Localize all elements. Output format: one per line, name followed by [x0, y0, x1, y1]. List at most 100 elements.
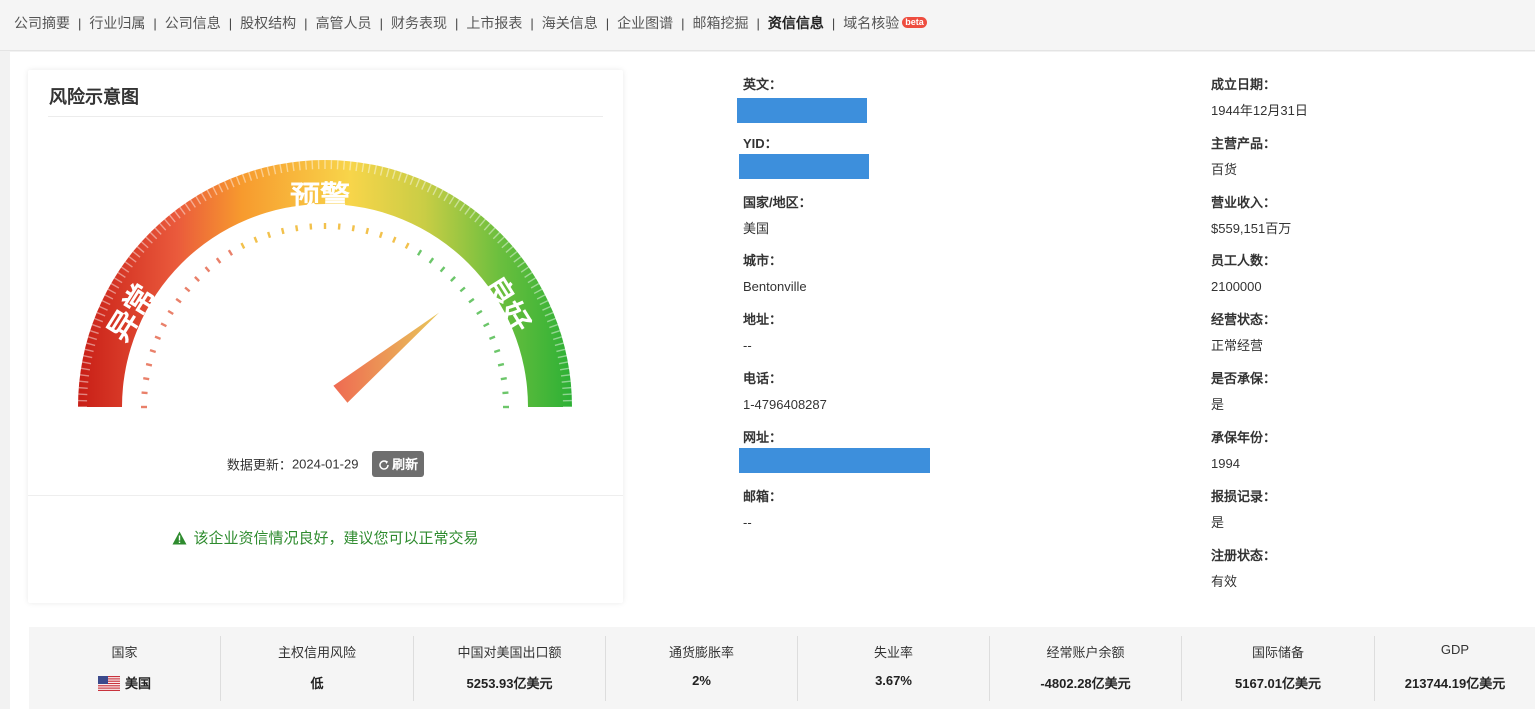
field-label: 注册状态： [1211, 548, 1277, 563]
gauge-rim-tick [298, 161, 301, 171]
tab-company-summary[interactable]: 公司摘要 [6, 14, 78, 32]
redacted-website-link[interactable] [739, 448, 930, 473]
field-value: 美国 [743, 221, 770, 236]
field-phone: 电话： 1-4796408287 [743, 371, 827, 413]
stat-value: 2% [692, 673, 711, 688]
field-claims: 报损记录： 是 [1211, 489, 1276, 531]
gauge-scale-tick [227, 249, 234, 256]
gauge-rim-tick [342, 160, 346, 170]
field-label: 城市： [743, 253, 783, 268]
field-website: 网址： [743, 430, 782, 446]
stat-label: GDP [1440, 642, 1470, 657]
tab-company-info[interactable]: 公司信息 [157, 14, 229, 32]
stat-country: 国家 美国 [29, 627, 220, 709]
gauge-scale-tick [483, 322, 490, 328]
advice-message: 该企业资信情况良好，建议您可以正常交易 [28, 527, 623, 548]
gauge-scale-tick [266, 231, 272, 239]
tab-customs[interactable]: 海关信息 [534, 14, 606, 32]
field-value: 1944年12月31日 [1211, 103, 1308, 118]
refresh-icon [379, 460, 389, 470]
field-label: 员工人数： [1211, 253, 1277, 268]
tab-graph[interactable]: 企业图谱 [609, 14, 681, 32]
field-value: 2100000 [1211, 279, 1262, 294]
tab-equity[interactable]: 股权结构 [232, 14, 304, 32]
tab-domain-verify[interactable]: 域名核验 beta [835, 14, 935, 32]
gauge-scale-tick [392, 236, 397, 244]
field-value: 1994 [1211, 456, 1240, 471]
field-value: Bentonville [743, 279, 807, 294]
tab-listed-reports[interactable]: 上市报表 [458, 14, 530, 32]
gauge-inner-ticks [141, 223, 509, 409]
field-label: 营业收入： [1211, 195, 1277, 210]
gauge-scale-tick [154, 335, 162, 340]
gauge-scale-tick [416, 249, 423, 256]
gauge-scale-tick [143, 377, 150, 381]
field-value: 百货 [1211, 162, 1238, 177]
stat-value: 低 [310, 676, 324, 691]
field-registration-status: 注册状态： 有效 [1211, 548, 1276, 590]
field-label: 国家/地区： [743, 195, 812, 210]
stat-value: 3.67% [875, 673, 912, 688]
risk-gauge: 异常 预警 良好 [78, 160, 572, 409]
tab-email-mining[interactable]: 邮箱挖掘 [685, 14, 757, 32]
field-label: 经营状态： [1211, 312, 1277, 327]
gauge-scale-tick [351, 225, 355, 232]
update-label: 数据更新： [226, 457, 292, 473]
gauge-scale-tick [204, 266, 211, 273]
gauge-scale-tick [488, 335, 496, 340]
field-label: 承保年份： [1211, 430, 1277, 445]
stat-unemployment: 失业率 3.67% [798, 627, 989, 709]
gauge-scale-tick [280, 227, 285, 235]
stat-label: 经常账户余额 [1046, 645, 1125, 660]
update-date: 2024-01-29 [291, 456, 359, 472]
section-tabs: 公司摘要 | 行业归属 | 公司信息 | 股权结构 | 高管人员 | 财务表现 | 上市报表… [0, 0, 1535, 51]
field-address: 地址： -- [743, 312, 782, 354]
stat-value: 5167.01亿美元 [1235, 676, 1321, 691]
field-value: 正常经营 [1211, 338, 1264, 353]
gauge-scale-tick [160, 322, 167, 328]
gauge-rim-tick [79, 380, 89, 383]
field-label: 成立日期： [1211, 77, 1277, 92]
advice-text: 该企业资信情况良好，建议您可以正常交易 [193, 530, 479, 547]
field-label: 地址： [743, 312, 783, 327]
tab-executives[interactable]: 高管人员 [308, 14, 380, 32]
field-value: $559,151百万 [1211, 221, 1292, 236]
gauge-scale-tick [253, 236, 258, 244]
field-label: 电话： [743, 371, 783, 386]
field-founded: 成立日期： 1944年12月31日 [1211, 77, 1308, 119]
beta-badge: beta [902, 17, 927, 28]
gauge-scale-tick [439, 266, 446, 273]
tab-financials[interactable]: 财务表现 [383, 14, 455, 32]
gauge-scale-tick [149, 348, 157, 354]
us-flag-icon [97, 676, 120, 691]
data-update-row: 数据更新：2024-01-29 刷新 [28, 451, 623, 477]
stat-gdp: GDP 213744.19亿美元 [1375, 627, 1535, 709]
tab-industry[interactable]: 行业归属 [81, 14, 153, 32]
gauge-needle [333, 312, 440, 403]
gauge-scale-tick [145, 362, 153, 367]
stat-current-account: 经常账户余额 -4802.28亿美元 [990, 627, 1181, 709]
gauge-scale-tick [476, 309, 483, 316]
stat-value-text: 美国 [124, 676, 151, 691]
field-value: -- [743, 515, 752, 530]
field-label: 主营产品： [1211, 136, 1277, 151]
field-operating-status: 经营状态： 正常经营 [1211, 312, 1276, 354]
stat-sovereign-risk: 主权信用风险 低 [221, 627, 413, 709]
gauge-scale-tick [215, 257, 222, 264]
field-country: 国家/地区： 美国 [743, 195, 812, 237]
field-value: 1-4796408287 [743, 397, 827, 412]
stat-export-amount: 中国对美国出口额 5253.93亿美元 [414, 627, 605, 709]
refresh-label: 刷新 [392, 457, 419, 472]
field-label: 英文： [743, 77, 783, 92]
stat-label: 主权信用风险 [277, 645, 356, 660]
gauge-scale-tick [365, 227, 370, 235]
gauge-scale-tick [194, 276, 200, 282]
field-yid: YID： [743, 136, 778, 152]
risk-card: 风险示意图 异常 预警 良好 数据更新：2024-01-29 刷新 该企业资信情… [28, 70, 623, 603]
gauge-scale-tick [468, 297, 475, 304]
gauge-scale-tick [295, 225, 299, 232]
tab-credit-info[interactable]: 资信信息 [760, 14, 832, 32]
refresh-button[interactable]: 刷新 [372, 451, 425, 477]
field-label: 是否承保： [1211, 371, 1277, 386]
field-english-name: 英文： [743, 77, 782, 93]
